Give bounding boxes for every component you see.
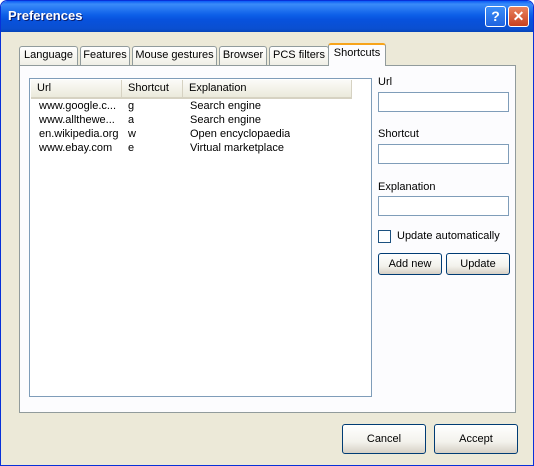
cancel-button[interactable]: Cancel <box>342 424 426 454</box>
list-header: Url Shortcut Explanation <box>31 80 352 99</box>
tab-language[interactable]: Language <box>19 46 78 65</box>
shortcut-cell: g <box>128 100 135 112</box>
tab-pcs-filters[interactable]: PCS filters <box>269 46 329 65</box>
url-cell: www.ebay.com <box>39 142 113 154</box>
shortcut-cell: a <box>128 114 135 126</box>
tab-browser[interactable]: Browser <box>219 46 267 65</box>
close-button[interactable]: ✕ <box>508 6 529 27</box>
explanation-cell: Search engine <box>190 100 261 112</box>
help-button[interactable]: ? <box>485 6 506 27</box>
explanation-cell: Virtual marketplace <box>190 142 284 154</box>
help-icon: ? <box>491 8 500 24</box>
shortcut-label: Shortcut <box>378 128 419 140</box>
update-automatically-label: Update automatically <box>397 230 500 242</box>
column-header-url[interactable]: Url <box>31 80 122 97</box>
window-title: Preferences <box>8 8 83 23</box>
preferences-window: Preferences ? ✕ Language Features Mouse … <box>0 0 534 466</box>
url-input[interactable] <box>378 92 509 112</box>
add-new-button[interactable]: Add new <box>378 253 442 275</box>
shortcuts-list[interactable]: Url Shortcut Explanation www.google.c...… <box>29 78 372 397</box>
explanation-cell: Open encyclopaedia <box>190 128 291 140</box>
tab-features[interactable]: Features <box>80 46 130 65</box>
column-header-shortcut[interactable]: Shortcut <box>122 80 183 97</box>
explanation-label: Explanation <box>378 181 436 193</box>
update-automatically-checkbox[interactable] <box>378 230 391 243</box>
explanation-cell: Search engine <box>190 114 261 126</box>
explanation-input[interactable] <box>378 196 509 216</box>
title-bar[interactable]: Preferences ? ✕ <box>1 1 533 32</box>
accept-button[interactable]: Accept <box>434 424 518 454</box>
shortcut-cell: e <box>128 142 135 154</box>
url-cell: en.wikipedia.org <box>39 128 119 140</box>
tab-shortcuts[interactable]: Shortcuts <box>328 43 386 66</box>
shortcut-cell: w <box>128 128 136 140</box>
column-header-explanation[interactable]: Explanation <box>183 80 352 97</box>
tab-mouse-gestures[interactable]: Mouse gestures <box>132 46 217 65</box>
url-cell: www.allthewe... <box>39 114 115 126</box>
url-label: Url <box>378 76 393 88</box>
url-cell: www.google.c... <box>39 100 117 112</box>
shortcut-input[interactable] <box>378 144 509 164</box>
close-icon: ✕ <box>512 8 525 24</box>
update-button[interactable]: Update <box>446 253 510 275</box>
